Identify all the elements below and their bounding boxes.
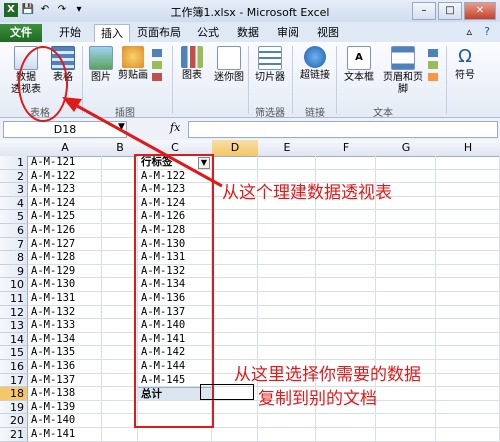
annotation-bottom-line1: 从这里选择你需要的数据 — [234, 365, 421, 385]
arrow-head — [62, 97, 82, 112]
annotation-bottom-line2: 复制到别的文档 — [258, 389, 377, 409]
arrow-line — [69, 100, 223, 188]
annotation-top: 从这个理建数据透视表 — [222, 183, 392, 203]
